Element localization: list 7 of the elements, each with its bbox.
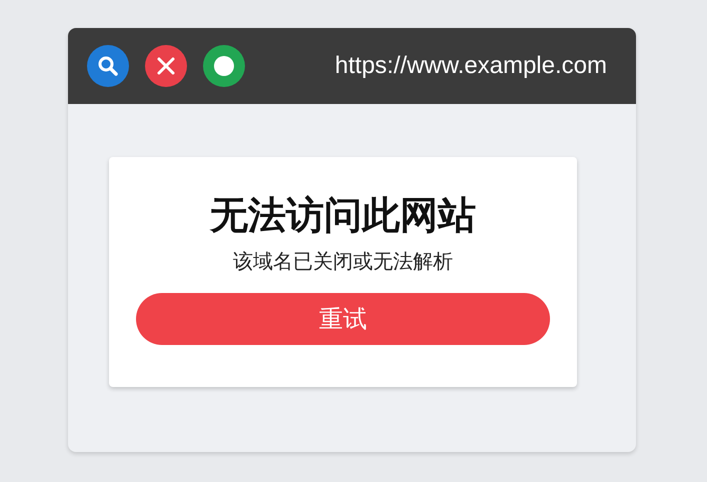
url-text: https://www.example.com: [334, 52, 607, 80]
search-icon[interactable]: [87, 45, 129, 87]
error-title: 无法访问此网站: [210, 192, 476, 239]
close-icon[interactable]: [145, 45, 187, 87]
error-message: 该域名已关闭或无法解析: [233, 248, 453, 275]
circle-icon[interactable]: [203, 45, 245, 87]
retry-button[interactable]: 重试: [136, 293, 550, 345]
